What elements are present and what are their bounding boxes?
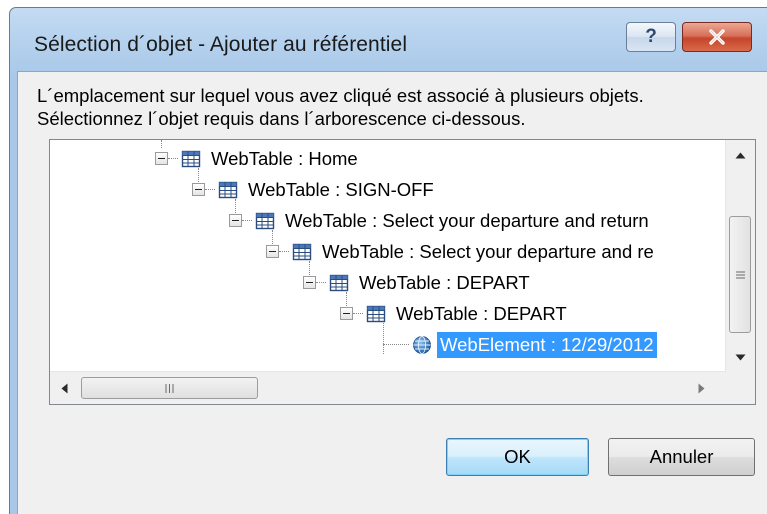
arrow-up-icon xyxy=(735,152,746,158)
scroll-left-button[interactable] xyxy=(50,373,79,403)
tree-connector xyxy=(316,282,326,283)
grip-icon xyxy=(165,383,174,393)
arrow-right-icon xyxy=(698,383,705,393)
tree-node[interactable]: WebTable : SIGN-OFF xyxy=(192,174,437,205)
horizontal-scroll-thumb[interactable] xyxy=(81,377,258,399)
table-icon xyxy=(329,274,349,291)
arrow-left-icon xyxy=(61,383,68,393)
globe-icon xyxy=(413,335,431,354)
grip-icon xyxy=(735,271,745,278)
table-icon xyxy=(181,150,201,167)
object-tree[interactable]: WebTable : Home WebTable : SIGN-OFF WebT… xyxy=(49,139,756,405)
tree-node[interactable]: WebTable : DEPART xyxy=(303,267,533,298)
table-icon xyxy=(366,305,386,322)
collapse-toggle-icon[interactable] xyxy=(340,307,353,320)
table-icon xyxy=(218,181,238,198)
title-bar[interactable]: Sélection d´objet - Ajouter au référenti… xyxy=(10,8,767,78)
tree-node-label: WebTable : Select your departure and ret… xyxy=(285,209,649,231)
collapse-toggle-icon[interactable] xyxy=(266,245,279,258)
collapse-toggle-icon[interactable] xyxy=(303,276,316,289)
tree-node-label: WebTable : Select your departure and re xyxy=(322,240,654,262)
instruction-text: L´emplacement sur lequel vous avez cliqu… xyxy=(37,84,644,130)
cancel-button[interactable]: Annuler xyxy=(608,438,755,476)
scroll-down-button[interactable] xyxy=(726,342,755,372)
dialog-body: L´emplacement sur lequel vous avez cliqu… xyxy=(17,71,767,514)
tree-node-label: WebElement : 12/29/2012 xyxy=(437,331,657,358)
dialog-title: Sélection d´objet - Ajouter au référenti… xyxy=(34,33,408,56)
close-button[interactable] xyxy=(682,22,752,52)
close-icon xyxy=(709,29,725,45)
scrollbar-corner xyxy=(726,372,755,404)
tree-node-label: WebTable : DEPART xyxy=(359,271,530,293)
collapse-toggle-icon[interactable] xyxy=(155,152,168,165)
tree-viewport: WebTable : Home WebTable : SIGN-OFF WebT… xyxy=(50,140,726,372)
collapse-toggle-icon[interactable] xyxy=(192,183,205,196)
horizontal-scrollbar[interactable] xyxy=(50,371,726,404)
tree-node[interactable]: WebTable : DEPART xyxy=(340,298,570,329)
tree-node-label: WebTable : DEPART xyxy=(396,302,567,324)
instruction-line-2: Sélectionnez l´objet requis dans l´arbor… xyxy=(37,108,526,129)
tree-node[interactable]: WebTable : Select your departure and ret… xyxy=(229,205,652,236)
tree-node-selected[interactable]: WebElement : 12/29/2012 xyxy=(383,329,657,360)
tree-connector xyxy=(383,344,409,345)
collapse-toggle-icon[interactable] xyxy=(229,214,242,227)
vertical-scrollbar[interactable] xyxy=(725,140,755,372)
tree-connector xyxy=(205,189,215,190)
tree-node[interactable]: WebTable : Select your departure and re xyxy=(266,236,657,267)
scroll-right-button[interactable] xyxy=(687,373,716,403)
table-icon xyxy=(292,243,312,260)
help-button[interactable]: ? xyxy=(626,22,676,52)
table-icon xyxy=(255,212,275,229)
tree-connector xyxy=(279,251,289,252)
tree-connector xyxy=(168,158,178,159)
arrow-down-icon xyxy=(735,354,746,360)
tree-node-label: WebTable : Home xyxy=(211,147,358,169)
vertical-scroll-thumb[interactable] xyxy=(729,216,751,333)
tree-node-label: WebTable : SIGN-OFF xyxy=(248,178,434,200)
instruction-line-1: L´emplacement sur lequel vous avez cliqu… xyxy=(37,85,644,106)
tree-connector xyxy=(242,220,252,221)
ok-button[interactable]: OK xyxy=(446,438,589,476)
dialog-window: Sélection d´objet - Ajouter au référenti… xyxy=(9,7,767,514)
tree-connector xyxy=(353,313,363,314)
scroll-up-button[interactable] xyxy=(726,140,755,170)
tree-node[interactable]: WebTable : Home xyxy=(155,143,361,174)
